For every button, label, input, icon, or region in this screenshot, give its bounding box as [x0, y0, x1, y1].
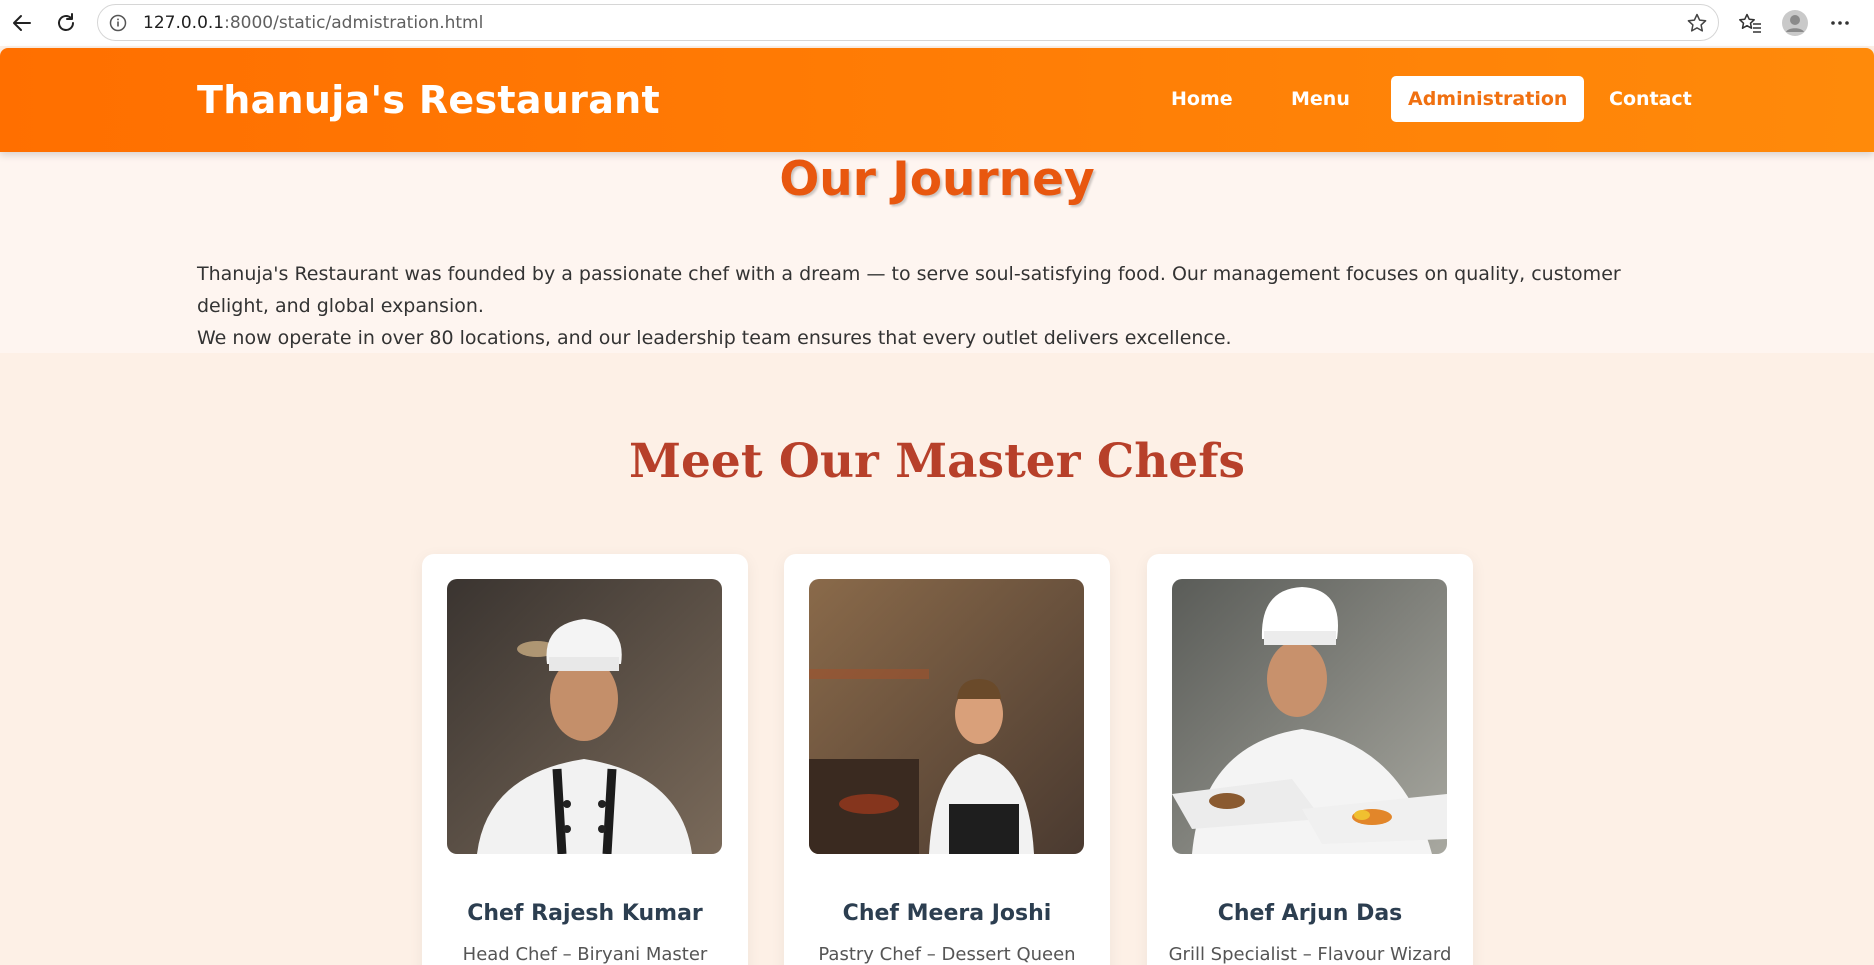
site-info-icon[interactable] [107, 12, 129, 34]
chef-role: Grill Specialist – Flavour Wizard [1168, 944, 1452, 965]
chef-card: Chef Rajesh Kumar Head Chef – Biryani Ma… [422, 554, 748, 965]
chef-card: Chef Arjun Das Grill Specialist – Flavou… [1147, 554, 1473, 965]
chef-name: Chef Arjun Das [1217, 901, 1403, 926]
url-host: 127.0.0.1 [143, 12, 225, 33]
chef-photo [1172, 579, 1447, 854]
site-header: Thanuja's Restaurant Home Menu Administr… [0, 48, 1874, 152]
chef-role: Head Chef – Biryani Master [462, 944, 708, 965]
profile-avatar-icon[interactable] [1781, 3, 1809, 43]
back-icon[interactable] [2, 3, 42, 43]
address-bar[interactable]: 127.0.0.1:8000/static/admistration.html [97, 4, 1719, 41]
nav-home[interactable]: Home [1171, 76, 1233, 122]
more-options-icon[interactable] [1829, 3, 1851, 43]
chef-card: Chef Meera Joshi Pastry Chef – Dessert Q… [784, 554, 1110, 965]
reload-icon[interactable] [46, 3, 86, 43]
url-path: :8000/static/admistration.html [224, 12, 484, 33]
chef-name: Chef Rajesh Kumar [467, 901, 703, 926]
nav-contact[interactable]: Contact [1609, 76, 1692, 122]
brand-logo-text[interactable]: Thanuja's Restaurant [197, 78, 660, 122]
chef-photo [447, 579, 722, 854]
chef-role: Pastry Chef – Dessert Queen [818, 944, 1076, 965]
journey-paragraph-2: We now operate in over 80 locations, and… [197, 327, 1232, 349]
chef-name: Chef Meera Joshi [842, 901, 1052, 926]
nav-menu[interactable]: Menu [1291, 76, 1350, 122]
favorites-icon[interactable] [1738, 3, 1762, 43]
journey-title: Our Journey [779, 152, 1095, 207]
journey-paragraph-1: Thanuja's Restaurant was founded by a pa… [197, 263, 1621, 317]
nav-administration[interactable]: Administration [1391, 76, 1585, 122]
url-text: 127.0.0.1:8000/static/admistration.html [143, 13, 483, 33]
chef-photo [809, 579, 1084, 854]
favorite-star-icon[interactable] [1686, 12, 1708, 34]
journey-section: Our Journey Thanuja's Restaurant was fou… [0, 152, 1874, 353]
browser-toolbar: 127.0.0.1:8000/static/admistration.html [0, 0, 1874, 46]
chefs-title: Meet Our Master Chefs [629, 434, 1245, 489]
